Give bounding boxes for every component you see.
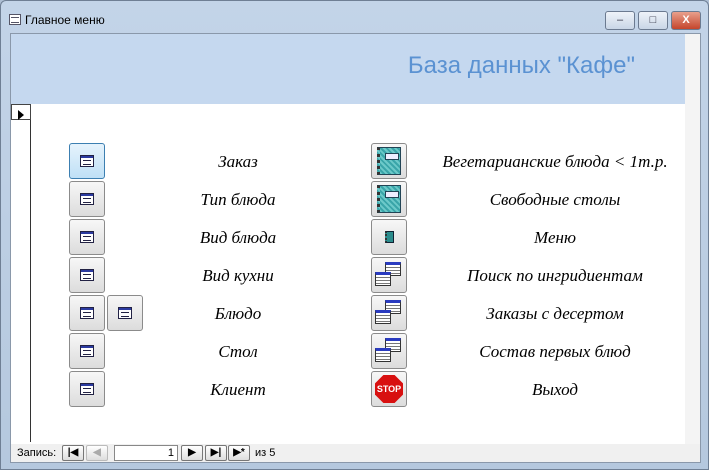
current-record-arrow-icon bbox=[18, 110, 24, 120]
dish-kind-label: Вид блюда bbox=[199, 228, 277, 247]
report-small-icon bbox=[384, 231, 394, 243]
form-body: База данных "Кафе" Заказ Тип блюда Вид б… bbox=[10, 33, 701, 463]
table-button[interactable] bbox=[69, 333, 105, 369]
vegetarian-report-button[interactable] bbox=[371, 143, 407, 179]
vegetarian-report-label: Вегетарианские блюда < 1т.р. bbox=[442, 152, 668, 171]
cuisine-label: Вид кухни bbox=[202, 266, 274, 285]
query-icon bbox=[375, 262, 403, 288]
exit-button[interactable]: STOP bbox=[371, 371, 407, 407]
new-record-button[interactable]: ▶* bbox=[228, 445, 250, 461]
free-tables-label: Свободные столы bbox=[489, 190, 621, 209]
dish-label: Блюдо bbox=[214, 304, 262, 323]
form-icon bbox=[80, 155, 94, 167]
dessert-orders-label: Заказы с десертом bbox=[486, 304, 624, 323]
form-icon bbox=[80, 383, 94, 395]
dish-type-label: Тип блюда bbox=[200, 190, 276, 209]
title-bar: Главное меню – □ X bbox=[1, 1, 708, 33]
form-icon bbox=[80, 307, 94, 319]
dessert-orders-button[interactable] bbox=[371, 295, 407, 331]
menu-label: Меню bbox=[534, 228, 576, 247]
record-selector[interactable] bbox=[11, 104, 31, 442]
form-icon bbox=[80, 231, 94, 243]
record-selector-box bbox=[11, 104, 31, 120]
minimize-button[interactable]: – bbox=[605, 11, 635, 30]
order-button[interactable] bbox=[69, 143, 105, 179]
form-icon bbox=[9, 14, 21, 25]
dish-type-button[interactable] bbox=[69, 181, 105, 217]
record-label: Запись: bbox=[17, 447, 57, 459]
record-count: из 5 bbox=[255, 447, 276, 459]
form-title: База данных "Кафе" bbox=[407, 52, 635, 79]
cuisine-button[interactable] bbox=[69, 257, 105, 293]
form-icon bbox=[80, 269, 94, 281]
scroll-area bbox=[685, 34, 700, 444]
maximize-button[interactable]: □ bbox=[638, 11, 668, 30]
last-record-button[interactable]: ▶| bbox=[205, 445, 227, 461]
report-icon bbox=[377, 185, 401, 213]
current-record-input[interactable]: 1 bbox=[114, 445, 178, 461]
dish-kind-button[interactable] bbox=[69, 219, 105, 255]
ingredient-search-label: Поиск по ингридиентам bbox=[467, 266, 643, 285]
menu-button[interactable] bbox=[371, 219, 407, 255]
window-title: Главное меню bbox=[25, 13, 105, 27]
dish-button[interactable] bbox=[69, 295, 105, 331]
form-icon bbox=[80, 345, 94, 357]
next-record-button[interactable]: ▶ bbox=[181, 445, 203, 461]
report-icon bbox=[377, 147, 401, 175]
first-courses-label: Состав первых блюд bbox=[479, 342, 631, 361]
query-icon bbox=[375, 300, 403, 326]
stop-icon: STOP bbox=[375, 375, 403, 403]
ingredient-search-button[interactable] bbox=[371, 257, 407, 293]
order-label: Заказ bbox=[218, 152, 258, 171]
client-button[interactable] bbox=[69, 371, 105, 407]
previous-record-button[interactable]: ◀ bbox=[86, 445, 108, 461]
client-label: Клиент bbox=[210, 380, 266, 399]
free-tables-button[interactable] bbox=[371, 181, 407, 217]
form-header: База данных "Кафе" bbox=[11, 34, 685, 104]
close-button[interactable]: X bbox=[671, 11, 701, 30]
main-menu-window: Главное меню – □ X База данных "Кафе" За… bbox=[0, 0, 709, 470]
record-navigation-bar: Запись: |◀ ◀ 1 ▶ ▶| ▶* из 5 bbox=[11, 444, 700, 462]
table-label: Стол bbox=[218, 342, 258, 361]
query-icon bbox=[375, 338, 403, 364]
form-icon bbox=[80, 193, 94, 205]
exit-label: Выход bbox=[532, 380, 578, 399]
first-record-button[interactable]: |◀ bbox=[62, 445, 84, 461]
first-courses-button[interactable] bbox=[371, 333, 407, 369]
